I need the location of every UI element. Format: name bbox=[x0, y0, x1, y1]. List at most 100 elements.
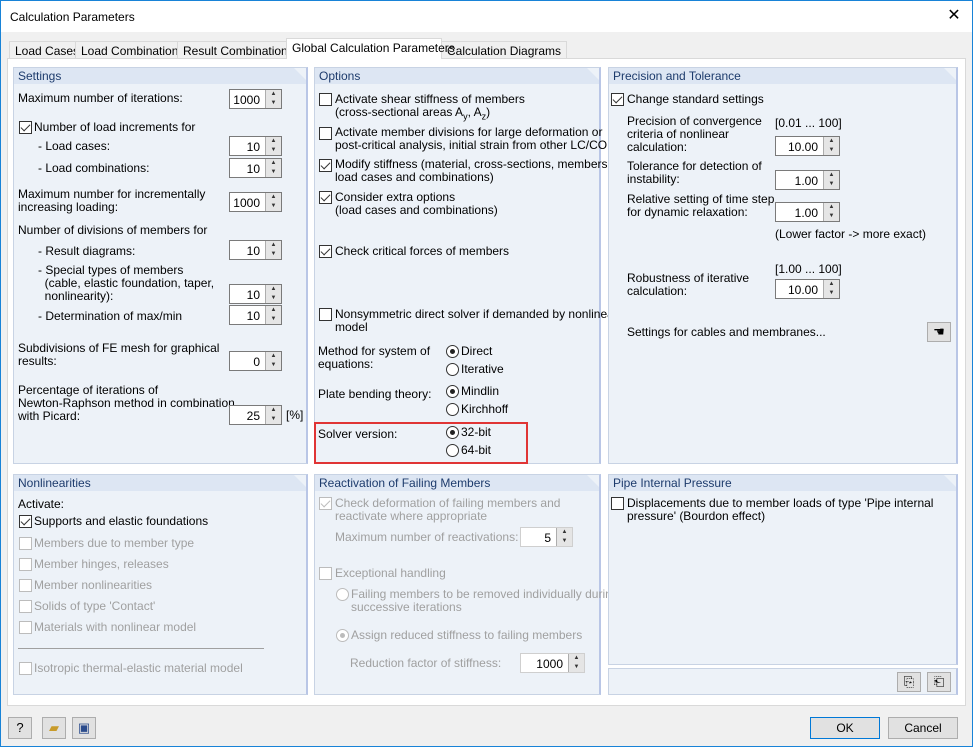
max-incremental-spinner[interactable]: 1000 ▲ ▼ bbox=[229, 192, 282, 212]
method-direct-label: Direct bbox=[461, 344, 493, 358]
tolerance-label: Tolerance for detection of instability: bbox=[627, 159, 762, 186]
load-increments-checkbox[interactable] bbox=[19, 121, 32, 134]
supports-checkbox[interactable] bbox=[19, 515, 32, 528]
spin-arrows-icon[interactable]: ▲ ▼ bbox=[823, 137, 839, 155]
solver-32bit-radio[interactable] bbox=[446, 426, 459, 439]
spin-arrows-icon[interactable]: ▲ ▼ bbox=[568, 654, 584, 672]
method-iterative-radio[interactable] bbox=[446, 363, 459, 376]
bourdon-effect-label: Displacements due to member loads of typ… bbox=[627, 496, 934, 523]
tab-global-calculation-parameters[interactable]: Global Calculation Parameters bbox=[286, 38, 455, 59]
plate-mindlin-label: Mindlin bbox=[461, 384, 500, 398]
exceptional-handling-label: Exceptional handling bbox=[335, 566, 446, 580]
spin-arrows-icon[interactable]: ▲ ▼ bbox=[265, 352, 281, 370]
reduction-factor-spinner[interactable]: 1000 ▲ ▼ bbox=[520, 653, 585, 673]
export-button[interactable]: ⎗ bbox=[927, 672, 951, 692]
robustness-spinner[interactable]: 10.00 ▲ ▼ bbox=[775, 279, 840, 299]
bourdon-effect-checkbox[interactable] bbox=[611, 497, 624, 510]
picard-label: Percentage of iterations of Newton-Raphs… bbox=[18, 383, 235, 423]
tab-load-cases[interactable]: Load Cases bbox=[9, 41, 86, 59]
import-icon: ⎘ bbox=[903, 674, 915, 689]
check-deformation-checkbox[interactable] bbox=[319, 497, 332, 510]
load-combinations-spinner[interactable]: 10 ▲ ▼ bbox=[229, 158, 282, 178]
max-min-spinner[interactable]: 10 ▲ ▼ bbox=[229, 305, 282, 325]
remove-individually-radio[interactable] bbox=[336, 588, 349, 601]
cables-settings-button[interactable]: ☚ bbox=[927, 322, 951, 342]
solver-64bit-radio[interactable] bbox=[446, 444, 459, 457]
contact-solids-checkbox[interactable] bbox=[19, 600, 32, 613]
tab-load-combinations[interactable]: Load Combinations bbox=[75, 41, 191, 59]
spin-arrows-icon[interactable]: ▲ ▼ bbox=[265, 306, 281, 324]
plate-kirchhoff-radio[interactable] bbox=[446, 403, 459, 416]
divisions-label: Number of divisions of members for bbox=[18, 223, 208, 237]
result-diagrams-label: - Result diagrams: bbox=[38, 244, 136, 258]
picard-spinner[interactable]: 25 ▲ ▼ bbox=[229, 405, 282, 425]
fe-mesh-label: Subdivisions of FE mesh for graphical re… bbox=[18, 341, 220, 368]
change-settings-checkbox[interactable] bbox=[611, 93, 624, 106]
spin-arrows-icon[interactable]: ▲ ▼ bbox=[265, 193, 281, 211]
method-direct-radio[interactable] bbox=[446, 345, 459, 358]
max-iterations-label: Maximum number of iterations: bbox=[18, 91, 183, 105]
exceptional-handling-checkbox[interactable] bbox=[319, 567, 332, 580]
robustness-range: [1.00 ... 100] bbox=[775, 262, 842, 276]
convergence-range: [0.01 ... 100] bbox=[775, 116, 842, 130]
spin-arrows-icon[interactable]: ▲ ▼ bbox=[556, 528, 572, 546]
spin-arrows-icon[interactable]: ▲ ▼ bbox=[823, 280, 839, 298]
help-button[interactable]: ? bbox=[8, 717, 32, 739]
precision-header: Precision and Tolerance bbox=[609, 68, 956, 84]
load-cases-spinner[interactable]: 10 ▲ ▼ bbox=[229, 136, 282, 156]
spin-arrows-icon[interactable]: ▲ ▼ bbox=[265, 137, 281, 155]
spin-arrows-icon[interactable]: ▲ ▼ bbox=[265, 285, 281, 303]
time-step-spinner[interactable]: 1.00 ▲ ▼ bbox=[775, 202, 840, 222]
contact-solids-label: Solids of type 'Contact' bbox=[34, 599, 156, 613]
save-icon: ▣ bbox=[77, 720, 91, 735]
method-label: Method for system of equations: bbox=[318, 344, 431, 371]
ok-button[interactable]: OK bbox=[810, 717, 880, 739]
shear-stiffness-checkbox[interactable] bbox=[319, 93, 332, 106]
open-button[interactable]: ▰ bbox=[42, 717, 66, 739]
modify-stiffness-checkbox[interactable] bbox=[319, 159, 332, 172]
save-button[interactable]: ▣ bbox=[72, 717, 96, 739]
tab-result-combinations[interactable]: Result Combinations bbox=[177, 41, 300, 59]
spin-arrows-icon[interactable]: ▲ ▼ bbox=[265, 159, 281, 177]
member-type-checkbox[interactable] bbox=[19, 537, 32, 550]
plate-bending-label: Plate bending theory: bbox=[318, 387, 432, 401]
spin-arrows-icon[interactable]: ▲ ▼ bbox=[265, 90, 281, 108]
result-diagrams-spinner[interactable]: 10 ▲ ▼ bbox=[229, 240, 282, 260]
member-divisions-label: Activate member divisions for large defo… bbox=[335, 125, 608, 152]
window-title: Calculation Parameters bbox=[10, 10, 135, 24]
export-icon: ⎗ bbox=[933, 674, 945, 689]
max-reactivations-spinner[interactable]: 5 ▲ ▼ bbox=[520, 527, 573, 547]
max-iterations-spinner[interactable]: 1000 ▲ ▼ bbox=[229, 89, 282, 109]
spin-arrows-icon[interactable]: ▲ ▼ bbox=[265, 241, 281, 259]
nonsymmetric-solver-checkbox[interactable] bbox=[319, 308, 332, 321]
nonlinear-materials-checkbox[interactable] bbox=[19, 621, 32, 634]
remove-individually-label: Failing members to be removed individual… bbox=[351, 587, 619, 614]
critical-forces-checkbox[interactable] bbox=[319, 245, 332, 258]
thermal-elastic-label: Isotropic thermal-elastic material model bbox=[34, 661, 243, 675]
extra-options-checkbox[interactable] bbox=[319, 191, 332, 204]
member-divisions-checkbox[interactable] bbox=[319, 127, 332, 140]
solver-64bit-label: 64-bit bbox=[461, 443, 492, 457]
reduced-stiffness-radio[interactable] bbox=[336, 629, 349, 642]
fe-mesh-spinner[interactable]: 0 ▲ ▼ bbox=[229, 351, 282, 371]
spin-arrows-icon[interactable]: ▲ ▼ bbox=[823, 203, 839, 221]
factor-hint: (Lower factor -> more exact) bbox=[775, 227, 927, 241]
thermal-elastic-checkbox[interactable] bbox=[19, 662, 32, 675]
close-icon[interactable]: ✕ bbox=[943, 5, 965, 27]
tolerance-spinner[interactable]: 1.00 ▲ ▼ bbox=[775, 170, 840, 190]
tab-calculation-diagrams[interactable]: Calculation Diagrams bbox=[441, 41, 568, 59]
convergence-spinner[interactable]: 10.00 ▲ ▼ bbox=[775, 136, 840, 156]
hinges-checkbox[interactable] bbox=[19, 558, 32, 571]
options-header: Options bbox=[315, 68, 599, 84]
folder-icon: ▰ bbox=[49, 720, 59, 735]
nonlinear-materials-label: Materials with nonlinear model bbox=[34, 620, 197, 634]
critical-forces-label: Check critical forces of members bbox=[335, 244, 510, 258]
load-combinations-label: - Load combinations: bbox=[38, 161, 150, 175]
member-nonlinearities-checkbox[interactable] bbox=[19, 579, 32, 592]
spin-arrows-icon[interactable]: ▲ ▼ bbox=[265, 406, 281, 424]
import-button[interactable]: ⎘ bbox=[897, 672, 921, 692]
special-members-spinner[interactable]: 10 ▲ ▼ bbox=[229, 284, 282, 304]
plate-mindlin-radio[interactable] bbox=[446, 385, 459, 398]
spin-arrows-icon[interactable]: ▲ ▼ bbox=[823, 171, 839, 189]
cancel-button[interactable]: Cancel bbox=[888, 717, 958, 739]
